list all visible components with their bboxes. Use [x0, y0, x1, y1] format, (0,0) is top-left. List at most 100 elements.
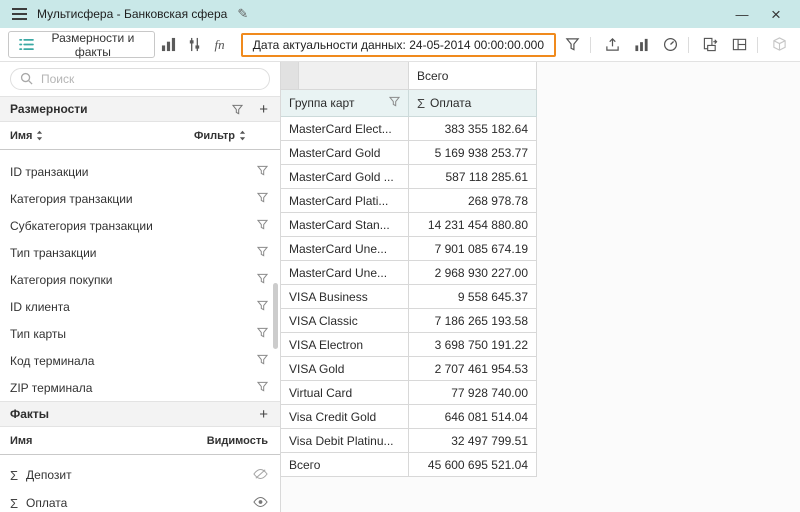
- name-cell[interactable]: MasterCard Une...: [281, 261, 409, 285]
- filter-icon[interactable]: [257, 300, 268, 314]
- name-cell[interactable]: MasterCard Gold ...: [281, 165, 409, 189]
- filter-icon[interactable]: [257, 354, 268, 368]
- eye-icon[interactable]: [253, 496, 268, 511]
- histogram-icon: [161, 37, 176, 52]
- edit-title-icon[interactable]: ✎: [237, 6, 248, 22]
- toolbar: Размерности и факты fn Дата актуальности…: [0, 28, 800, 62]
- filter-icon[interactable]: [257, 327, 268, 341]
- dimension-item[interactable]: Тип карты: [0, 320, 280, 347]
- dimensions-facts-button[interactable]: Размерности и факты: [8, 31, 155, 58]
- total-name-cell[interactable]: Всего: [281, 453, 409, 477]
- fact-item[interactable]: Σ Депозит: [0, 461, 280, 489]
- value-cell[interactable]: 77 928 740.00: [409, 381, 537, 405]
- fact-item[interactable]: Σ Оплата: [0, 489, 280, 512]
- filter-icon[interactable]: [257, 192, 268, 206]
- value-cell[interactable]: 383 355 182.64: [409, 117, 537, 141]
- dimension-item[interactable]: ID клиента: [0, 293, 280, 320]
- toolbar-divider: [590, 37, 591, 53]
- add-dimension-button[interactable]: +: [257, 101, 270, 118]
- list-icon: [19, 38, 34, 51]
- fn-button[interactable]: fn: [208, 32, 230, 58]
- dimension-item[interactable]: ID транзакции: [0, 158, 280, 185]
- name-cell[interactable]: VISA Gold: [281, 357, 409, 381]
- pivot-corner-cell[interactable]: [281, 62, 409, 90]
- name-cell[interactable]: MasterCard Plati...: [281, 189, 409, 213]
- titlebar: Мультисфера - Банковская сфера ✎ — ×: [0, 0, 800, 28]
- value-cell[interactable]: 32 497 799.51: [409, 429, 537, 453]
- value-cell[interactable]: 7 901 085 674.19: [409, 237, 537, 261]
- name-cell[interactable]: Visa Debit Platinu...: [281, 429, 409, 453]
- pivot-table: Всего Группа карт Σ Оплата MasterCard El…: [281, 62, 537, 477]
- table-row: VISA Electron 3 698 750 191.22: [281, 333, 537, 357]
- row-value: 587 118 285.61: [445, 170, 528, 184]
- value-cell[interactable]: 2 968 930 227.00: [409, 261, 537, 285]
- row-value: 3 698 750 191.22: [435, 338, 528, 352]
- dimension-label: Категория транзакции: [10, 192, 133, 206]
- dimension-item[interactable]: Категория покупки: [0, 266, 280, 293]
- copy-report-button[interactable]: [697, 32, 723, 58]
- sort-by-filter[interactable]: Фильтр: [194, 130, 246, 142]
- row-dimension-header[interactable]: Группа карт: [281, 90, 409, 117]
- dimensions-filter-icon[interactable]: [232, 104, 243, 115]
- row-name: MasterCard Elect...: [289, 122, 392, 136]
- menu-icon[interactable]: [12, 8, 27, 20]
- gauge-button[interactable]: [657, 32, 683, 58]
- row-value: 2 707 461 954.53: [435, 362, 528, 376]
- export-button[interactable]: [599, 32, 625, 58]
- dimension-item[interactable]: Тип транзакции: [0, 239, 280, 266]
- name-cell[interactable]: VISA Electron: [281, 333, 409, 357]
- name-cell[interactable]: MasterCard Une...: [281, 237, 409, 261]
- sidebar-scrollbar-thumb[interactable]: [273, 283, 278, 349]
- search-input[interactable]: [10, 68, 270, 90]
- pivot-header-row: Группа карт Σ Оплата: [281, 90, 537, 117]
- total-column-header[interactable]: Всего: [409, 62, 537, 90]
- histogram-button[interactable]: [158, 32, 180, 58]
- name-cell[interactable]: VISA Business: [281, 285, 409, 309]
- value-cell[interactable]: 5 169 938 253.77: [409, 141, 537, 165]
- value-cell[interactable]: 14 231 454 880.80: [409, 213, 537, 237]
- filter-button[interactable]: [559, 32, 585, 58]
- dimension-item[interactable]: Код терминала: [0, 347, 280, 374]
- name-cell[interactable]: VISA Classic: [281, 309, 409, 333]
- filter-icon[interactable]: [257, 246, 268, 260]
- layout-columns-icon: [732, 37, 747, 52]
- value-cell[interactable]: 9 558 645.37: [409, 285, 537, 309]
- facts-title: Факты: [10, 407, 49, 421]
- filter-icon[interactable]: [257, 219, 268, 233]
- dimension-item[interactable]: Субкатегория транзакции: [0, 212, 280, 239]
- row-value: 2 968 930 227.00: [435, 266, 528, 280]
- close-button[interactable]: ×: [764, 6, 788, 23]
- sort-by-name[interactable]: Имя: [10, 130, 43, 142]
- value-cell[interactable]: 587 118 285.61: [409, 165, 537, 189]
- row-name: VISA Classic: [289, 314, 358, 328]
- minimize-button[interactable]: —: [730, 7, 754, 22]
- value-cell[interactable]: 268 978.78: [409, 189, 537, 213]
- name-cell[interactable]: MasterCard Elect...: [281, 117, 409, 141]
- name-cell[interactable]: MasterCard Gold: [281, 141, 409, 165]
- dimension-item[interactable]: ZIP терминала: [0, 374, 280, 401]
- add-fact-button[interactable]: +: [257, 406, 270, 423]
- value-cell[interactable]: 3 698 750 191.22: [409, 333, 537, 357]
- name-cell[interactable]: Virtual Card: [281, 381, 409, 405]
- total-value-cell[interactable]: 45 600 695 521.04: [409, 453, 537, 477]
- sidebar: Размерности + Имя Фильтр ID транзакции: [0, 62, 281, 512]
- name-cell[interactable]: MasterCard Stan...: [281, 213, 409, 237]
- chart-button[interactable]: [628, 32, 654, 58]
- sliders-button[interactable]: [183, 32, 205, 58]
- eye-off-icon[interactable]: [253, 468, 268, 483]
- filter-icon[interactable]: [257, 273, 268, 287]
- filter-icon: [565, 37, 580, 52]
- measure-header[interactable]: Σ Оплата: [409, 90, 537, 117]
- filter-icon[interactable]: [389, 96, 400, 110]
- value-cell[interactable]: 7 186 265 193.58: [409, 309, 537, 333]
- layout-button[interactable]: [726, 32, 752, 58]
- total-column-label: Всего: [417, 69, 448, 83]
- name-cell[interactable]: Visa Credit Gold: [281, 405, 409, 429]
- value-cell[interactable]: 2 707 461 954.53: [409, 357, 537, 381]
- search-area: [0, 62, 280, 96]
- filter-icon[interactable]: [257, 165, 268, 179]
- cube-icon: [772, 37, 787, 52]
- filter-icon[interactable]: [257, 381, 268, 395]
- dimension-item[interactable]: Категория транзакции: [0, 185, 280, 212]
- value-cell[interactable]: 646 081 514.04: [409, 405, 537, 429]
